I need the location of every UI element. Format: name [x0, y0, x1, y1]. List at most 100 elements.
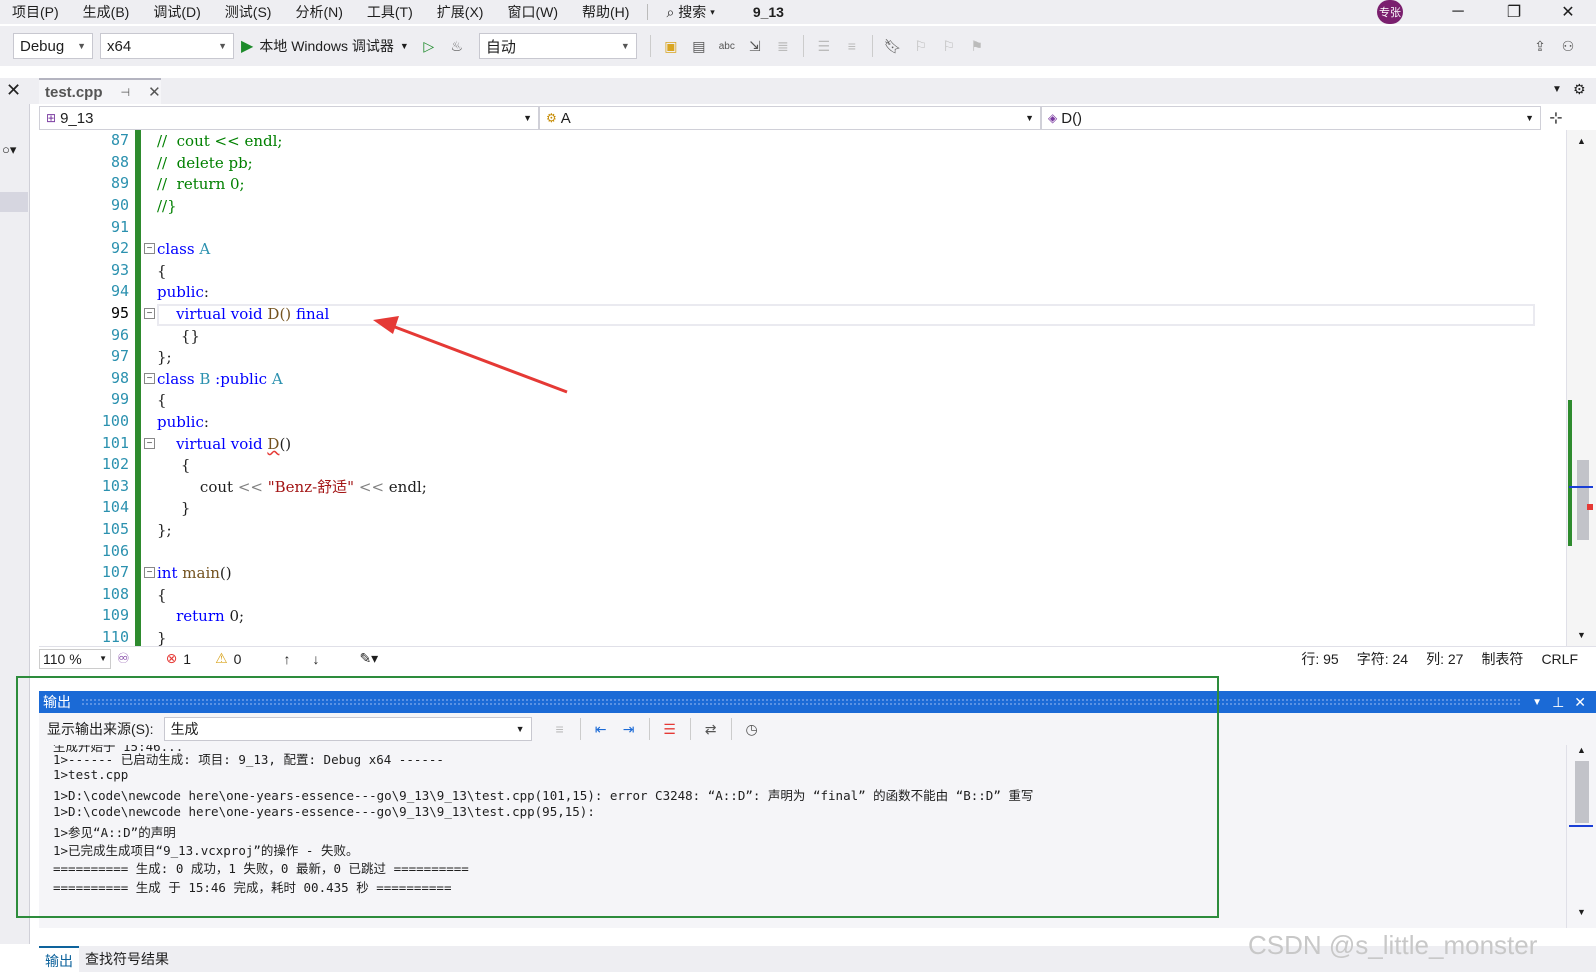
close-panel-button[interactable]: ✕ [6, 80, 21, 101]
arrow-up-icon: ↑ [283, 650, 291, 667]
menu-project[interactable]: 项目(P) [0, 0, 71, 24]
step-button[interactable]: ⇲ [743, 34, 767, 58]
scroll-thumb[interactable] [1577, 460, 1589, 540]
status-char[interactable]: 字符: 24 [1357, 649, 1408, 669]
scroll-down-icon[interactable]: ▼ [1577, 907, 1586, 917]
panel-menu-button[interactable]: ▼ [1532, 697, 1542, 708]
line-number: 90 [110, 196, 129, 214]
next-issue-button[interactable]: ↓ [312, 651, 319, 667]
comment-token: delete pb; [176, 154, 253, 172]
method-icon: ◈ [1048, 111, 1058, 125]
play-outline-icon: ▷ [423, 37, 435, 54]
scroll-down-icon[interactable]: ▼ [1577, 630, 1586, 640]
fold-toggle[interactable]: − [144, 243, 155, 254]
status-row[interactable]: 行: 95 [1301, 649, 1338, 669]
code-line-103: cout << "Benz-舒适" << endl; [157, 476, 427, 498]
scroll-thumb[interactable] [1575, 761, 1589, 823]
config-value: Debug [20, 37, 65, 55]
tab-test-cpp[interactable]: test.cpp ⊣ ✕ [39, 78, 161, 104]
code-line-101: virtual void D() [157, 433, 291, 455]
close-panel-button[interactable]: ✕ [1574, 694, 1586, 711]
output-vertical-scrollbar[interactable]: ▲ ▼ [1566, 745, 1596, 928]
prev-bookmark-button[interactable]: ⚐ [909, 34, 933, 58]
tab-list-dropdown[interactable]: ▼ [1552, 84, 1562, 95]
chevron-down-icon: ▼ [1532, 696, 1543, 708]
menu-window[interactable]: 窗口(W) [495, 0, 570, 24]
code-line-110: } [157, 627, 167, 646]
comment-button[interactable]: ≡ [840, 34, 864, 58]
status-eol[interactable]: CRLF [1541, 651, 1578, 667]
close-window-button[interactable]: ✕ [1540, 0, 1596, 24]
hot-reload-button[interactable]: ♨ [445, 34, 469, 58]
share-button[interactable]: ⇪ [1528, 34, 1552, 58]
prev-issue-button[interactable]: ↑ [283, 651, 290, 667]
editor-vertical-scrollbar[interactable]: ▲ ▼ [1566, 130, 1596, 646]
menu-debug[interactable]: 调试(D) [141, 0, 212, 24]
brace-token: { [180, 456, 191, 474]
close-icon[interactable]: ✕ [148, 83, 161, 101]
error-count[interactable]: ⊗ 1 [166, 650, 192, 667]
live-share-button[interactable]: ⚇ [1556, 34, 1580, 58]
chevron-down-icon: ▼ [1552, 84, 1562, 95]
window-layout-button[interactable]: ▤ [687, 34, 711, 58]
start-without-debugging-button[interactable]: ▷ [417, 34, 441, 58]
avatar[interactable]: 专张 [1377, 0, 1403, 24]
scope-combo[interactable]: ⚙ A ▼ [539, 106, 1041, 130]
pin-panel-button[interactable]: ⊥ [1552, 694, 1564, 711]
format-button[interactable]: ≣ [771, 34, 795, 58]
tab-output[interactable]: 输出 [39, 946, 79, 972]
side-tab[interactable] [0, 192, 28, 212]
minimize-button[interactable]: ─ [1430, 0, 1486, 24]
intellicode-icon[interactable]: ♾ [117, 650, 130, 667]
cleanup-button[interactable]: ✎▾ [359, 650, 378, 667]
spell-check-button[interactable]: abc [715, 34, 739, 58]
open-folder-button[interactable]: ▣ [659, 34, 683, 58]
side-search-button[interactable]: ○▾ [2, 142, 16, 158]
indent-button[interactable]: ☰ [812, 34, 836, 58]
status-tab[interactable]: 制表符 [1481, 649, 1523, 669]
chevron-down-icon: ▼ [620, 41, 630, 51]
next-bookmark-button[interactable]: ⚐ [937, 34, 961, 58]
warning-count[interactable]: ⚠ 0 [215, 650, 241, 667]
comment-token: cout << endl; [176, 132, 283, 150]
project-combo[interactable]: ⊞ 9_13 ▼ [39, 106, 539, 130]
line-number: 96 [110, 326, 129, 344]
tab-find-symbol-results[interactable]: 查找符号结果 [79, 946, 175, 972]
bookmark-button[interactable]: 🔖︎ [881, 34, 905, 58]
menu-help[interactable]: 帮助(H) [570, 0, 641, 24]
menu-analyze[interactable]: 分析(N) [283, 0, 354, 24]
menu-test[interactable]: 测试(S) [213, 0, 284, 24]
search-icon: ○▾ [2, 142, 17, 157]
member-combo[interactable]: ◈ D() ▼ [1041, 106, 1541, 130]
fold-toggle[interactable]: − [144, 308, 155, 319]
platform-combo[interactable]: x64 ▼ [100, 33, 234, 59]
search-menu[interactable]: ⌕ 搜索 ▾ [654, 0, 726, 24]
menu-extensions[interactable]: 扩展(X) [425, 0, 496, 24]
restore-button[interactable]: ❐ [1486, 0, 1542, 24]
config-combo[interactable]: Debug ▼ [13, 33, 93, 59]
clear-bookmarks-button[interactable]: ⚑ [965, 34, 989, 58]
zoom-combo[interactable]: 110 % ▼ [39, 648, 111, 669]
fold-toggle[interactable]: − [144, 567, 155, 578]
status-col[interactable]: 列: 27 [1426, 649, 1463, 669]
punct-token: : [203, 413, 209, 431]
scroll-up-icon[interactable]: ▲ [1577, 745, 1586, 755]
code-editor[interactable]: 87 88 89 90 91 92 93 94 95 96 97 98 99 1… [39, 130, 1566, 646]
settings-button[interactable]: ⚙ [1573, 81, 1586, 98]
fold-toggle[interactable]: − [144, 438, 155, 449]
keyword-token: public [157, 413, 204, 431]
pin-icon[interactable]: ⊣ [121, 86, 131, 99]
scroll-up-icon[interactable]: ▲ [1577, 136, 1586, 146]
auto-combo[interactable]: 自动 ▼ [478, 33, 637, 59]
split-button[interactable]: ⊹ [1541, 106, 1571, 130]
keyword-token: void [230, 305, 263, 323]
zoom-value: 110 % [43, 650, 82, 667]
fold-toggle[interactable]: − [144, 373, 155, 384]
code-line-107: int main() [157, 562, 232, 584]
menu-tools[interactable]: 工具(T) [355, 0, 425, 24]
menu-build[interactable]: 生成(B) [71, 0, 142, 24]
function-token: D() [267, 305, 292, 323]
start-debugging-button[interactable]: ▶ 本地 Windows 调试器 ▼ [241, 36, 409, 56]
standard-toolbar: Debug ▼ x64 ▼ ▶ 本地 Windows 调试器 ▼ ▷ ♨ 自动 … [0, 26, 1596, 66]
play-icon: ▶ [241, 38, 254, 55]
